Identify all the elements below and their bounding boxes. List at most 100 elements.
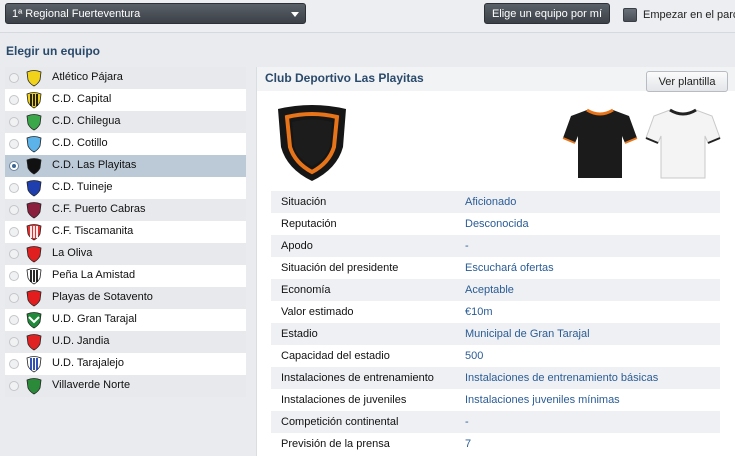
info-label: Competición continental — [281, 416, 399, 428]
team-radio[interactable] — [9, 139, 19, 149]
info-label: Capacidad del estadio — [281, 350, 390, 362]
team-shield-icon — [26, 70, 42, 87]
info-row: Economía Aceptable — [271, 279, 720, 301]
team-name: C.D. Capital — [52, 93, 112, 105]
team-name: Playas de Sotavento — [52, 291, 153, 303]
team-radio[interactable] — [9, 95, 19, 105]
club-info-table: Situación Aficionado Reputación Desconocida… — [271, 191, 720, 455]
team-name: C.F. Tiscamanita — [52, 225, 134, 237]
team-row[interactable]: C.F. Tiscamanita — [5, 221, 246, 243]
team-row[interactable]: C.D. Tuineje — [5, 177, 246, 199]
info-value: Instalaciones de entrenamiento básicas — [465, 372, 659, 384]
team-row[interactable]: C.D. Capital — [5, 89, 246, 111]
team-shield-icon — [26, 268, 42, 285]
info-row: Competición continental - — [271, 411, 720, 433]
team-shield-icon — [26, 202, 42, 219]
home-kit-icon — [562, 108, 638, 178]
info-value: Aficionado — [465, 196, 517, 208]
info-row: Capacidad del estadio 500 — [271, 345, 720, 367]
club-title: Club Deportivo Las Playitas — [265, 71, 424, 85]
info-value: Desconocida — [465, 218, 529, 230]
info-label: Estadio — [281, 328, 318, 340]
pick-team-for-me-button[interactable]: Elige un equipo por mí — [484, 3, 610, 24]
team-radio[interactable] — [9, 161, 19, 171]
team-radio[interactable] — [9, 359, 19, 369]
team-radio[interactable] — [9, 249, 19, 259]
team-row[interactable]: U.D. Gran Tarajal — [5, 309, 246, 331]
info-row: Situación Aficionado — [271, 191, 720, 213]
club-info-panel: Club Deportivo Las Playitas Ver plantill… — [256, 67, 735, 456]
team-radio[interactable] — [9, 227, 19, 237]
division-dropdown[interactable]: 1ª Regional Fuerteventura — [5, 3, 306, 24]
info-value: Municipal de Gran Tarajal — [465, 328, 590, 340]
team-radio[interactable] — [9, 183, 19, 193]
team-row[interactable]: Peña La Amistad — [5, 265, 246, 287]
info-label: Apodo — [281, 240, 313, 252]
team-name: Villaverde Norte — [52, 379, 131, 391]
info-row: Instalaciones de entrenamiento Instalacio… — [271, 367, 720, 389]
team-name: Atlético Pájara — [52, 71, 123, 83]
info-label: Previsión de la prensa — [281, 438, 390, 450]
info-value: Instalaciones juveniles mínimas — [465, 394, 620, 406]
team-shield-icon — [26, 290, 42, 307]
team-radio[interactable] — [9, 293, 19, 303]
info-value: Escuchará ofertas — [465, 262, 554, 274]
info-value: €10m — [465, 306, 493, 318]
info-row: Estadio Municipal de Gran Tarajal — [271, 323, 720, 345]
info-row: Valor estimado €10m — [271, 301, 720, 323]
team-radio[interactable] — [9, 315, 19, 325]
team-row[interactable]: C.F. Puerto Cabras — [5, 199, 246, 221]
team-radio[interactable] — [9, 205, 19, 215]
start-checkbox[interactable] — [623, 8, 637, 22]
info-row: Apodo - — [271, 235, 720, 257]
info-label: Valor estimado — [281, 306, 354, 318]
team-name: C.D. Las Playitas — [52, 159, 137, 171]
team-shield-icon — [26, 334, 42, 351]
team-name: La Oliva — [52, 247, 93, 259]
info-row: Instalaciones de juveniles Instalaciones … — [271, 389, 720, 411]
team-shield-icon — [26, 246, 42, 263]
info-value: 7 — [465, 438, 472, 450]
away-kit-icon — [645, 108, 721, 179]
team-radio[interactable] — [9, 381, 19, 391]
info-label: Instalaciones de juveniles — [281, 394, 407, 406]
team-row[interactable]: Atlético Pájara — [5, 67, 246, 89]
team-shield-icon — [26, 114, 42, 131]
team-row[interactable]: U.D. Jandia — [5, 331, 246, 353]
team-radio[interactable] — [9, 271, 19, 281]
chevron-down-icon — [291, 12, 299, 17]
team-radio[interactable] — [9, 337, 19, 347]
team-shield-icon — [26, 378, 42, 395]
team-row[interactable]: C.D. Chilegua — [5, 111, 246, 133]
team-row[interactable]: Villaverde Norte — [5, 375, 246, 397]
team-name: Peña La Amistad — [52, 269, 136, 281]
team-shield-icon — [26, 312, 42, 329]
info-label: Situación del presidente — [281, 262, 399, 274]
team-row[interactable]: C.D. Las Playitas — [5, 155, 246, 177]
info-row: Situación del presidente Escuchará oferta… — [271, 257, 720, 279]
top-bar: 1ª Regional Fuerteventura Elige un equip… — [0, 0, 735, 33]
team-list: Atlético Pájara C.D. Capital C.D. Chilegua… — [5, 67, 246, 397]
team-row[interactable]: C.D. Cotillo — [5, 133, 246, 155]
team-radio[interactable] — [9, 117, 19, 127]
team-name: U.D. Gran Tarajal — [52, 313, 137, 325]
team-row[interactable]: La Oliva — [5, 243, 246, 265]
info-value: 500 — [465, 350, 484, 362]
view-squad-button[interactable]: Ver plantilla — [646, 71, 728, 92]
info-label: Situación — [281, 196, 327, 208]
team-row[interactable]: Playas de Sotavento — [5, 287, 246, 309]
team-name: C.F. Puerto Cabras — [52, 203, 146, 215]
info-row: Reputación Desconocida — [271, 213, 720, 235]
team-radio[interactable] — [9, 73, 19, 83]
team-shield-icon — [26, 158, 42, 175]
team-name: U.D. Tarajalejo — [52, 357, 124, 369]
info-row: Previsión de la prensa 7 — [271, 433, 720, 455]
info-value: - — [465, 416, 469, 428]
club-crest-icon — [278, 105, 346, 181]
start-checkbox-label: Empezar en el parc — [643, 9, 735, 21]
team-row[interactable]: U.D. Tarajalejo — [5, 353, 246, 375]
team-name: C.D. Cotillo — [52, 137, 108, 149]
info-label: Economía — [281, 284, 331, 296]
info-value: Aceptable — [465, 284, 514, 296]
team-shield-icon — [26, 136, 42, 153]
